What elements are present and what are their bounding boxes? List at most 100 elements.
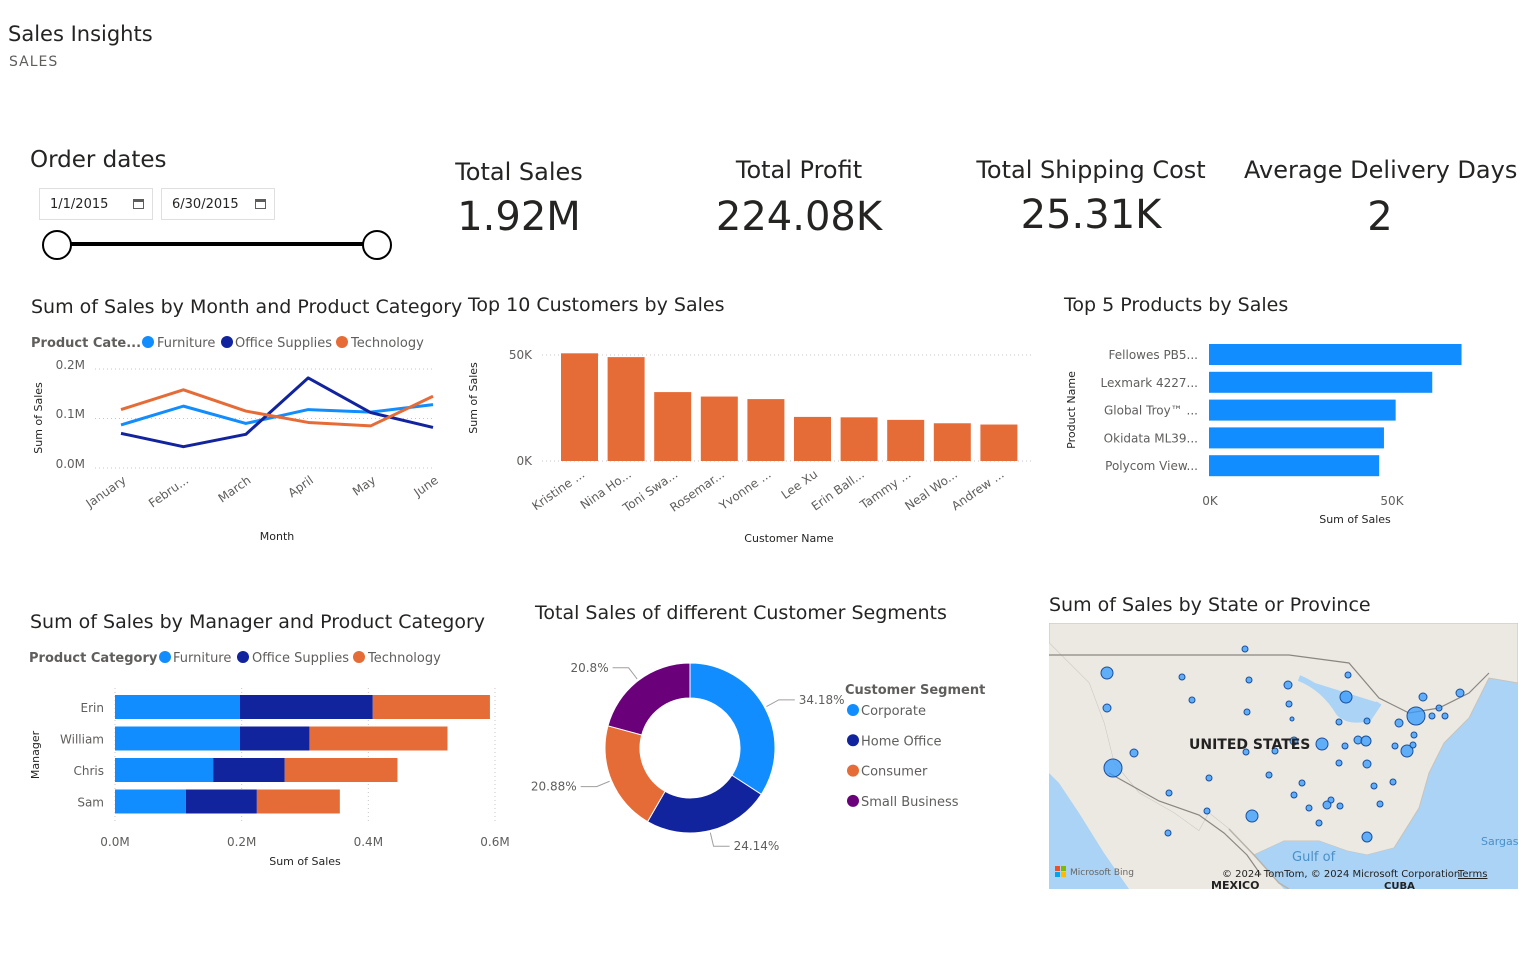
- map-bubble: [1339, 690, 1353, 704]
- legend-marker-office-supplies: [237, 651, 249, 663]
- products-bar-chart[interactable]: Product Name Fellowes PB5... Lexmark 4227…: [1058, 330, 1528, 530]
- x-axis-title: Customer Name: [744, 532, 834, 545]
- map-bubble: [1389, 778, 1397, 786]
- cuba-label: CUBA: [1384, 881, 1415, 889]
- customer-bar: [794, 416, 831, 461]
- map-bubble: [1178, 673, 1186, 681]
- map-bubble: [1305, 804, 1313, 812]
- donut-leader-line: [612, 667, 638, 680]
- x-tick-group: January Febru... March April May June: [83, 473, 441, 511]
- kpi-label: Total Profit: [735, 156, 863, 184]
- x-tick-label: Febru...: [146, 473, 191, 510]
- legend-label-technology: Technology: [350, 336, 424, 351]
- legend-marker: [847, 794, 859, 807]
- map-bubble: [1406, 706, 1426, 726]
- map-bubble: [1290, 791, 1298, 799]
- legend-marker-furniture: [159, 651, 171, 663]
- map-terms-link[interactable]: Terms: [1457, 869, 1487, 880]
- y-tick-label: Erin: [81, 701, 104, 715]
- map-bubble: [1344, 671, 1352, 679]
- map-bubble: [1376, 800, 1384, 808]
- manager-chart-title: Sum of Sales by Manager and Product Cate…: [30, 611, 486, 633]
- y-tick-label: Sam: [77, 796, 104, 810]
- legend-label-furniture: Furniture: [157, 336, 215, 351]
- map-bubble: [1245, 809, 1259, 823]
- legend-marker: [847, 704, 859, 716]
- x-tick-group: 0.0M 0.2M 0.4M 0.6M: [100, 835, 509, 849]
- bing-logo-icon: [1061, 866, 1066, 871]
- segments-donut-chart[interactable]: 34.18% 24.14% 20.88% 20.8% Customer Segment…: [530, 640, 1000, 870]
- legend-label-office-supplies: Office Supplies: [235, 336, 332, 351]
- map-bubble: [1361, 831, 1373, 843]
- kpi-card-total-profit[interactable]: Total Profit 224.08K: [700, 156, 898, 240]
- manager-bar-segment: [115, 789, 186, 814]
- y-tick-group: Fellowes PB5... Lexmark 4227... Global Tro…: [1101, 348, 1198, 473]
- kpi-label: Total Sales: [455, 158, 583, 186]
- map-canvas[interactable]: UNITED STATES Gulf of MEXICO Sargas CUBA…: [1049, 623, 1518, 889]
- legend-title: Product Category: [29, 651, 158, 666]
- line-series-group: [120, 376, 434, 449]
- x-axis-title: Month: [260, 530, 295, 543]
- kpi-card-total-shipping-cost[interactable]: Total Shipping Cost 25.31K: [968, 156, 1214, 238]
- calendar-icon[interactable]: [133, 199, 144, 209]
- customers-bar-chart[interactable]: 50K 0K Sum of Sales Kristine ...Nina Ho.…: [462, 330, 1042, 554]
- products-chart-title: Top 5 Products by Sales: [1064, 294, 1289, 316]
- slicer-title: Order dates: [30, 147, 167, 173]
- manager-bar-segment: [115, 758, 214, 782]
- end-date-input[interactable]: 6/30/2015: [161, 188, 275, 220]
- end-date-value: 6/30/2015: [172, 197, 239, 212]
- manager-bar-segment: [284, 758, 398, 782]
- start-date-value: 1/1/2015: [50, 197, 109, 212]
- manager-bar-segment: [115, 726, 240, 751]
- map-bubble: [1335, 759, 1343, 767]
- legend-label-office-supplies: Office Supplies: [252, 651, 349, 666]
- map-title: Sum of Sales by State or Province: [1049, 594, 1371, 616]
- customers-bars: [561, 353, 1018, 461]
- slider-start-handle[interactable]: [42, 230, 72, 260]
- map-bubble: [1370, 782, 1378, 790]
- map-bubble: [1164, 829, 1172, 837]
- kpi-value: 224.08K: [715, 194, 883, 240]
- kpi-card-total-sales[interactable]: Total Sales 1.92M: [430, 158, 608, 240]
- gulf-label: Gulf of: [1292, 850, 1336, 865]
- manager-stacked-bar-chart[interactable]: Product Category Furniture Office Suppli…: [24, 644, 524, 874]
- bing-logo-icon: [1055, 872, 1060, 877]
- bing-logo-icon: [1055, 866, 1060, 871]
- line-chart[interactable]: Product Cate... Furniture Office Supplie…: [24, 330, 444, 550]
- donut-slices: [604, 662, 776, 834]
- x-tick-label: Erin Ball...: [809, 467, 867, 513]
- map-bubble: [1336, 802, 1344, 810]
- map-bubble: [1203, 807, 1211, 815]
- donut-slice-small-business: [607, 662, 691, 736]
- manager-bar-segment: [256, 789, 340, 814]
- y-tick-label: 0K: [516, 454, 533, 468]
- product-bar: [1209, 344, 1462, 365]
- sales-map[interactable]: UNITED STATES Gulf of MEXICO Sargas CUBA…: [1049, 623, 1518, 889]
- manager-bar-segment: [115, 695, 240, 719]
- product-bar: [1209, 427, 1384, 449]
- map-bubble: [1428, 712, 1436, 720]
- x-axis-title: Sum of Sales: [1319, 513, 1391, 526]
- calendar-icon[interactable]: [255, 199, 266, 209]
- legend-marker-furniture: [142, 336, 154, 348]
- date-range-slider-track[interactable]: [57, 242, 377, 246]
- start-date-input[interactable]: 1/1/2015: [39, 188, 153, 220]
- donut-chart-title: Total Sales of different Customer Segmen…: [535, 602, 947, 624]
- map-bubble: [1418, 692, 1428, 702]
- map-bubble: [1335, 718, 1343, 726]
- customer-bar: [840, 417, 878, 461]
- kpi-card-average-delivery-days[interactable]: Average Delivery Days 2: [1244, 156, 1518, 240]
- map-copyright: © 2024 TomTom, © 2024 Microsoft Corporat…: [1222, 869, 1460, 880]
- y-axis-title: Manager: [29, 730, 42, 779]
- map-bubble: [1315, 737, 1329, 751]
- legend-title: Product Cate...: [31, 336, 141, 351]
- map-bubble: [1285, 700, 1293, 708]
- customer-bar: [561, 353, 598, 461]
- x-tick-label: March: [216, 473, 254, 505]
- map-bubble: [1188, 696, 1196, 704]
- x-tick-label: 50K: [1380, 494, 1404, 508]
- customer-bar: [654, 392, 692, 461]
- slider-end-handle[interactable]: [362, 230, 392, 260]
- kpi-label: Average Delivery Days: [1244, 156, 1518, 184]
- map-bubble: [1102, 703, 1112, 713]
